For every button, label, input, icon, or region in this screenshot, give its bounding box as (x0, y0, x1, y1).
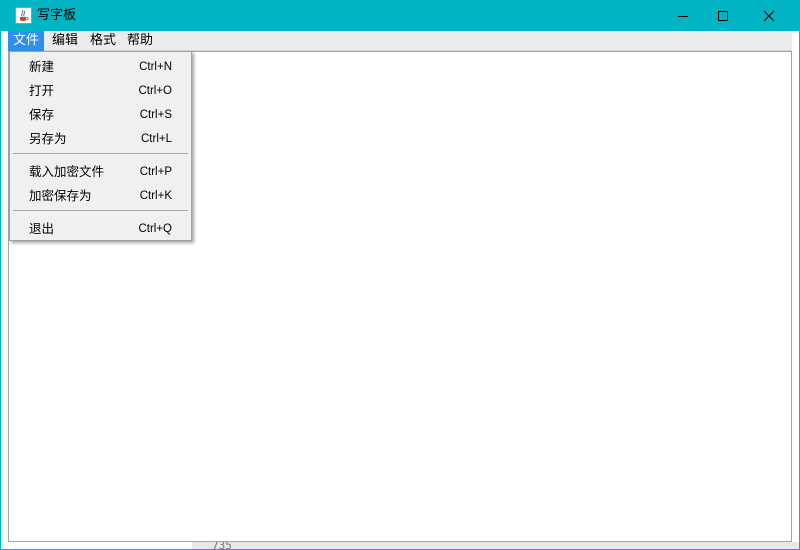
menu-item-label: 打开 (29, 83, 55, 98)
menu-item-label: 加密保存为 (29, 188, 92, 203)
menu-bar: 文件 编辑 格式 帮助 (8, 31, 792, 51)
menu-item-exit[interactable]: 退出 Ctrl+Q (11, 217, 190, 241)
menu-item-shortcut: Ctrl+K (139, 190, 172, 202)
window-title: 写字板 (37, 8, 77, 23)
menu-item-load-encrypted[interactable]: 载入加密文件 Ctrl+P (11, 160, 190, 184)
menu-format[interactable]: 格式 (85, 31, 121, 51)
maximize-button[interactable] (700, 0, 746, 31)
menu-item-encrypt-save-as[interactable]: 加密保存为 Ctrl+K (11, 184, 190, 208)
menu-item-shortcut: Ctrl+Q (138, 223, 172, 235)
menu-item-shortcut: Ctrl+S (139, 109, 172, 121)
menu-item-label: 保存 (29, 107, 55, 122)
file-menu-dropdown: 新建 Ctrl+N 打开 Ctrl+O 保存 Ctrl+S 另存为 Ctrl+L… (9, 51, 192, 241)
maximize-icon (718, 10, 728, 21)
menu-item-save[interactable]: 保存 Ctrl+S (11, 103, 190, 127)
menu-help[interactable]: 帮助 (122, 31, 158, 51)
menu-item-label: 退出 (29, 221, 55, 236)
menu-item-shortcut: Ctrl+O (138, 85, 172, 97)
menu-item-label: 载入加密文件 (29, 164, 105, 179)
menu-separator (13, 210, 188, 211)
menu-item-shortcut: Ctrl+N (139, 61, 172, 73)
menu-item-open[interactable]: 打开 Ctrl+O (11, 79, 190, 103)
menu-item-shortcut: Ctrl+P (139, 166, 172, 178)
close-icon (763, 10, 775, 21)
menu-edit[interactable]: 编辑 (47, 31, 83, 51)
menu-item-shortcut: Ctrl+L (141, 133, 172, 145)
minimize-icon (678, 15, 688, 17)
title-bar[interactable]: 写字板 (0, 0, 800, 31)
menu-item-new[interactable]: 新建 Ctrl+N (11, 55, 190, 79)
menu-file[interactable]: 文件 (8, 31, 45, 51)
java-coffee-icon (15, 7, 32, 24)
menu-item-save-as[interactable]: 另存为 Ctrl+L (11, 127, 190, 151)
menu-item-label: 新建 (29, 59, 55, 74)
close-button[interactable] (746, 0, 792, 31)
menu-separator (13, 153, 188, 154)
menu-item-label: 另存为 (29, 131, 67, 146)
